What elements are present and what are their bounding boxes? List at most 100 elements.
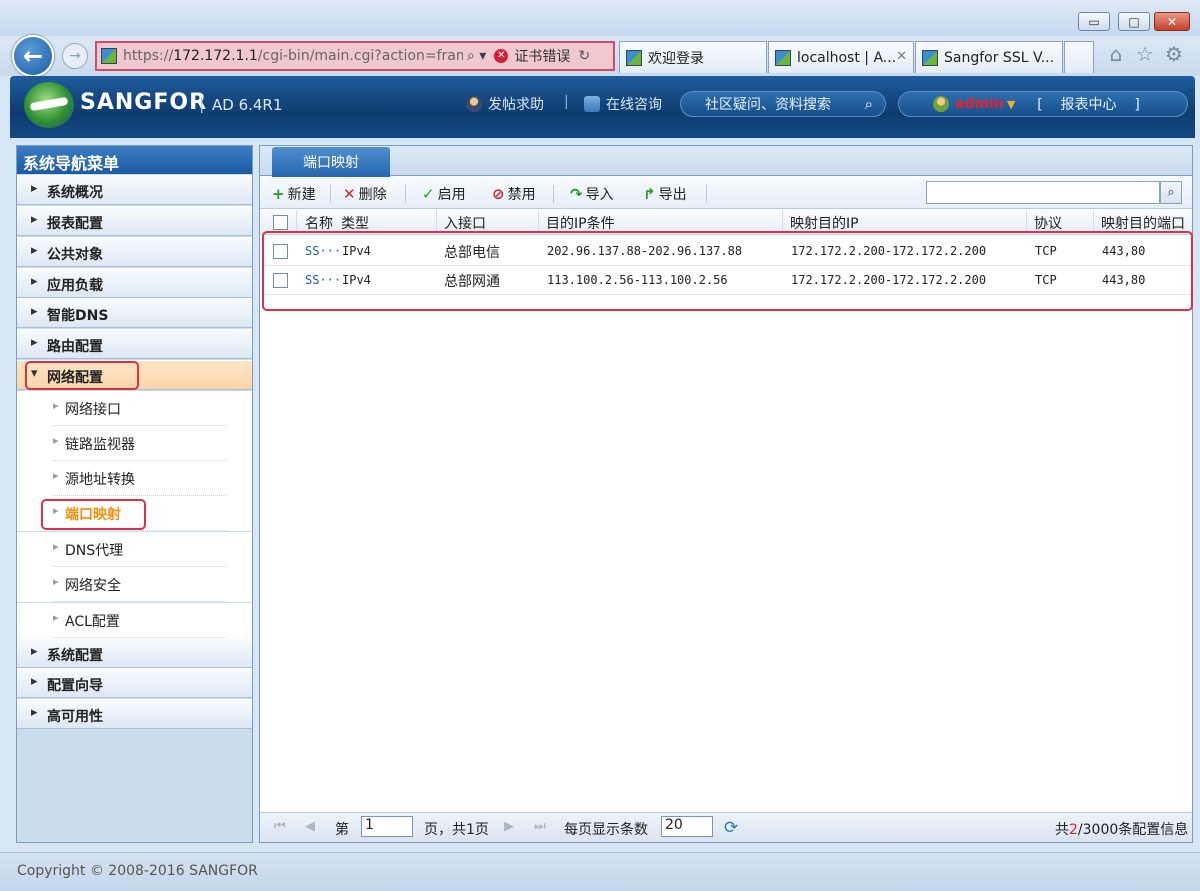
sub-acl-config[interactable]: ACL配置: [17, 603, 252, 638]
forbidden-icon: ⊘: [492, 185, 505, 203]
delete-button[interactable]: ✕ 删除: [343, 184, 387, 204]
main-tabstrip: [260, 146, 1192, 176]
tab-favicon-icon: [626, 49, 642, 66]
filter-search-input[interactable]: [926, 181, 1160, 204]
forward-arrow-icon[interactable]: →: [62, 43, 88, 69]
new-label: 新建: [287, 187, 316, 203]
window-titlebar: [0, 0, 1200, 36]
next-page-icon[interactable]: ▶: [504, 819, 514, 834]
first-page-icon[interactable]: ⏮: [274, 819, 286, 834]
toolbar-divider: [405, 185, 406, 203]
maximize-button[interactable]: □: [1118, 12, 1150, 31]
minimize-button[interactable]: ▭: [1078, 12, 1110, 31]
nav-system-overview[interactable]: 系统概况: [17, 175, 252, 205]
cert-error-badge[interactable]: ✕ 证书错误: [494, 46, 570, 66]
new-tab-button[interactable]: [1064, 41, 1094, 73]
port-mapping-highlight: [41, 499, 146, 530]
nav-app-load[interactable]: 应用负载: [17, 268, 252, 298]
sangfor-logo-icon: [24, 82, 74, 128]
search-dropdown-icon[interactable]: ⌕ ▾: [467, 48, 486, 64]
product-version: AD 6.4R1: [212, 96, 283, 114]
nav-config-wizard[interactable]: 配置向导: [17, 668, 252, 698]
last-page-icon[interactable]: ⏭: [534, 819, 546, 834]
community-search-box[interactable]: 社区疑问、资料搜索 ⌕: [680, 91, 886, 117]
prev-page-icon[interactable]: ◀: [305, 819, 315, 834]
total-count: 共2/3000条配置信息: [1055, 819, 1188, 839]
tab-label: Sangfor SSL V...: [944, 49, 1055, 66]
site-favicon-icon: [101, 48, 117, 64]
tab-close-icon[interactable]: ✕: [896, 49, 907, 64]
col-header-dst-ip[interactable]: 目的IP条件: [546, 213, 776, 233]
page-label-prefix: 第: [335, 822, 349, 838]
refresh-icon[interactable]: ↻: [578, 48, 590, 64]
home-icon[interactable]: ⌂: [1104, 42, 1128, 66]
header-divider: |: [564, 94, 569, 110]
chat-icon: [584, 96, 600, 112]
toolbar-divider: [330, 185, 331, 203]
favorites-star-icon[interactable]: ☆: [1133, 42, 1157, 66]
nav-report-config[interactable]: 报表配置: [17, 206, 252, 236]
page-label-suffix: 页，共1页: [424, 822, 489, 838]
person-icon: [466, 96, 482, 112]
caret-down-icon[interactable]: ▼: [1007, 98, 1015, 111]
search-icon[interactable]: ⌕: [865, 95, 873, 113]
nav-high-availability[interactable]: 高可用性: [17, 699, 252, 729]
new-button[interactable]: + 新建: [272, 184, 316, 204]
search-icon[interactable]: ⌕: [1160, 181, 1182, 204]
enable-button[interactable]: ✓ 启用: [422, 184, 466, 204]
brand-name: SANGFOR: [80, 90, 208, 115]
tab-label: localhost | A...: [797, 49, 897, 66]
nav-system-config[interactable]: 系统配置: [17, 638, 252, 668]
total-suffix: /3000条配置信息: [1077, 822, 1189, 838]
plus-icon: +: [272, 185, 285, 203]
sub-network-interface[interactable]: 网络接口: [17, 391, 252, 426]
nav-smart-dns[interactable]: 智能DNS: [17, 298, 252, 328]
page-number-input[interactable]: 1: [361, 816, 413, 837]
nav-public-objects[interactable]: 公共对象: [17, 237, 252, 267]
import-button[interactable]: ↷ 导入: [570, 184, 614, 204]
col-header-mapped-port[interactable]: 映射目的端口: [1101, 213, 1189, 233]
delete-x-icon: ✕: [343, 185, 356, 203]
sub-dns-proxy[interactable]: DNS代理: [17, 532, 252, 567]
export-arrow-icon: ↱: [643, 185, 656, 203]
nav-routing-config[interactable]: 路由配置: [17, 329, 252, 359]
sub-network-security[interactable]: 网络安全: [17, 567, 252, 602]
back-arrow-icon[interactable]: ←: [12, 35, 54, 77]
admin-user-menu[interactable]: admin: [955, 96, 1004, 112]
sub-snat[interactable]: 源地址转换: [17, 461, 252, 496]
help-post-link[interactable]: 发帖求助: [466, 94, 544, 114]
check-icon: ✓: [422, 185, 435, 203]
col-header-mapped-ip[interactable]: 映射目的IP: [790, 213, 1020, 233]
brand-separator: |: [199, 94, 205, 113]
community-search-placeholder: 社区疑问、资料搜索: [705, 97, 831, 113]
sub-link-monitor[interactable]: 链路监视器: [17, 426, 252, 461]
browser-tab-localhost[interactable]: localhost | A... ✕: [768, 41, 914, 73]
export-button[interactable]: ↱ 导出: [643, 184, 687, 204]
col-header-type[interactable]: 类型: [341, 213, 431, 233]
url-text: https://172.172.1.1/cgi-bin/main.cgi?act…: [123, 48, 463, 64]
col-header-interface[interactable]: 入接口: [444, 213, 534, 233]
network-config-highlight: [25, 361, 139, 390]
disable-label: 禁用: [507, 187, 536, 203]
browser-tab-welcome[interactable]: 欢迎登录: [619, 41, 767, 73]
close-window-button[interactable]: ✕: [1154, 12, 1190, 31]
tab-label: 欢迎登录: [648, 50, 704, 67]
col-header-protocol[interactable]: 协议: [1034, 213, 1090, 233]
copyright: Copyright © 2008-2016 SANGFOR: [0, 852, 1200, 891]
disable-button[interactable]: ⊘ 禁用: [492, 184, 536, 204]
refresh-icon[interactable]: ⟳: [724, 818, 738, 838]
per-page-input[interactable]: 20: [661, 816, 713, 837]
export-label: 导出: [658, 187, 687, 203]
col-header-name[interactable]: 名称: [305, 213, 337, 233]
tab-port-mapping[interactable]: 端口映射: [272, 147, 390, 177]
settings-gear-icon[interactable]: ⚙: [1162, 42, 1186, 66]
rows-highlight: [262, 231, 1193, 311]
browser-tab-sangfor-ssl[interactable]: Sangfor SSL V...: [915, 41, 1063, 73]
address-bar[interactable]: https://172.172.1.1/cgi-bin/main.cgi?act…: [95, 41, 615, 71]
online-consult-link[interactable]: 在线咨询: [584, 94, 662, 114]
user-bar: admin ▼ [ 报表中心 ]: [898, 91, 1188, 117]
select-all-checkbox[interactable]: [273, 215, 288, 230]
import-arrow-icon: ↷: [570, 185, 583, 203]
online-consult-label: 在线咨询: [606, 97, 662, 113]
report-center-link[interactable]: [ 报表中心 ]: [1037, 94, 1140, 114]
